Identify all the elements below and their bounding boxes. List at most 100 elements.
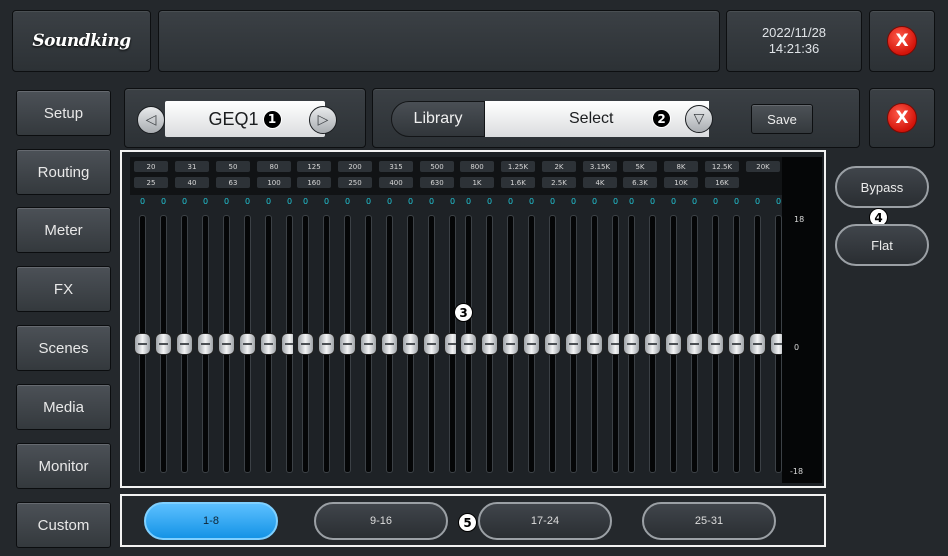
eq-fader[interactable] — [500, 215, 521, 473]
eq-fader[interactable] — [479, 215, 500, 473]
frequency-label: 125 — [297, 161, 331, 172]
sidebar-item-scenes[interactable]: Scenes — [16, 325, 111, 371]
fader-knob[interactable] — [134, 333, 151, 355]
fader-knob[interactable] — [502, 333, 519, 355]
frequency-label: 20 — [134, 161, 168, 172]
eq-fader[interactable] — [316, 215, 337, 473]
clock-time: 14:21:36 — [768, 41, 820, 56]
eq-fader[interactable] — [663, 215, 684, 473]
close-app-button[interactable]: X — [869, 10, 935, 72]
fader-knob[interactable] — [481, 333, 498, 355]
frequency-label: 500 — [420, 161, 454, 172]
eq-fader[interactable] — [726, 215, 747, 473]
fader-knob[interactable] — [565, 333, 582, 355]
gain-scale: 18 0 -18 — [782, 157, 822, 483]
fader-knob[interactable] — [239, 333, 256, 355]
eq-fader[interactable] — [584, 215, 605, 473]
fader-knob[interactable] — [686, 333, 703, 355]
next-module-button[interactable]: ▷ — [309, 106, 337, 134]
fader-knob[interactable] — [586, 333, 603, 355]
bypass-button[interactable]: Bypass — [835, 166, 929, 208]
gain-value: 0 — [754, 197, 761, 206]
frequency-label: 630 — [420, 177, 454, 188]
fader-group: 125 200 315 500 160 250 400 630 0 0 0 0 0 0 0 0 — [293, 157, 461, 483]
eq-fader[interactable] — [216, 215, 237, 473]
fader-knob[interactable] — [523, 333, 540, 355]
prev-module-button[interactable]: ◁ — [137, 106, 165, 134]
fader-knob[interactable] — [623, 333, 640, 355]
eq-fader[interactable] — [421, 215, 442, 473]
gain-value: 0 — [139, 197, 146, 206]
frequency-label: 80 — [257, 161, 291, 172]
fader-knob[interactable] — [260, 333, 277, 355]
fader-knob[interactable] — [728, 333, 745, 355]
close-module-button[interactable]: X — [869, 88, 935, 148]
scale-top-label: 18 — [794, 215, 805, 224]
fader-knob[interactable] — [197, 333, 214, 355]
library-select[interactable]: Select 2 — [485, 101, 709, 137]
frequency-label: 40 — [175, 177, 209, 188]
fader-knob[interactable] — [218, 333, 235, 355]
frequency-label: 100 — [257, 177, 291, 188]
eq-fader[interactable] — [153, 215, 174, 473]
sidebar-item-custom[interactable]: Custom — [16, 502, 111, 548]
fader-knob[interactable] — [749, 333, 766, 355]
flat-button[interactable]: Flat — [835, 224, 929, 266]
eq-fader[interactable] — [705, 215, 726, 473]
eq-fader[interactable] — [295, 215, 316, 473]
sidebar-item-media[interactable]: Media — [16, 384, 111, 430]
fader-knob[interactable] — [544, 333, 561, 355]
save-button[interactable]: Save — [751, 104, 813, 134]
fader-knob[interactable] — [423, 333, 440, 355]
eq-fader[interactable] — [237, 215, 258, 473]
eq-fader[interactable] — [642, 215, 663, 473]
fader-knob[interactable] — [644, 333, 661, 355]
fader-knob[interactable] — [460, 333, 477, 355]
frequency-label: 1K — [460, 177, 494, 188]
triangle-left-icon: ◁ — [145, 112, 157, 128]
sidebar-item-monitor[interactable]: Monitor — [16, 443, 111, 489]
eq-fader[interactable] — [258, 215, 279, 473]
eq-fader[interactable] — [174, 215, 195, 473]
fader-knob[interactable] — [318, 333, 335, 355]
eq-fader[interactable] — [195, 215, 216, 473]
fader-knob[interactable] — [155, 333, 172, 355]
library-dropdown-button[interactable]: ▽ — [685, 105, 713, 133]
fader-knob[interactable] — [707, 333, 724, 355]
library-select-value: Select — [569, 110, 614, 127]
fader-knob[interactable] — [665, 333, 682, 355]
eq-fader[interactable] — [337, 215, 358, 473]
gain-value: 0 — [160, 197, 167, 206]
gain-value: 0 — [223, 197, 230, 206]
callout-1: 1 — [262, 109, 282, 129]
fader-knob[interactable] — [339, 333, 356, 355]
eq-fader[interactable] — [379, 215, 400, 473]
sidebar-item-routing[interactable]: Routing — [16, 149, 111, 195]
fader-knob[interactable] — [360, 333, 377, 355]
gain-value: 0 — [549, 197, 556, 206]
page-button-17-24[interactable]: 17-24 — [478, 502, 612, 540]
eq-fader[interactable] — [132, 215, 153, 473]
eq-fader[interactable] — [458, 215, 479, 473]
sidebar-item-meter[interactable]: Meter — [16, 207, 111, 253]
eq-fader[interactable] — [747, 215, 768, 473]
eq-fader[interactable] — [684, 215, 705, 473]
sidebar-item-setup[interactable]: Setup — [16, 90, 111, 136]
eq-fader[interactable] — [542, 215, 563, 473]
eq-fader[interactable] — [563, 215, 584, 473]
page-button-1-8[interactable]: 1-8 — [144, 502, 278, 540]
page-button-9-16[interactable]: 9-16 — [314, 502, 448, 540]
eq-fader[interactable] — [621, 215, 642, 473]
close-icon: X — [887, 103, 917, 133]
frequency-label: 4K — [583, 177, 617, 188]
fader-knob[interactable] — [402, 333, 419, 355]
eq-fader[interactable] — [400, 215, 421, 473]
sidebar-item-fx[interactable]: FX — [16, 266, 111, 312]
eq-fader[interactable] — [358, 215, 379, 473]
fader-knob[interactable] — [381, 333, 398, 355]
frequency-label: 1.25K — [501, 161, 535, 172]
fader-knob[interactable] — [297, 333, 314, 355]
page-button-25-31[interactable]: 25-31 — [642, 502, 776, 540]
fader-knob[interactable] — [176, 333, 193, 355]
eq-fader[interactable] — [521, 215, 542, 473]
